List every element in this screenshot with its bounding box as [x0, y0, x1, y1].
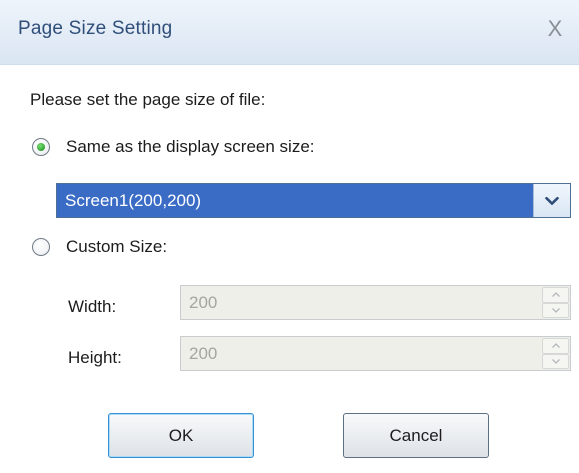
- same-as-screen-label: Same as the display screen size:: [66, 137, 315, 156]
- screen-select[interactable]: Screen1(200,200): [56, 183, 571, 218]
- page-size-dialog: Page Size Setting X Please set the page …: [0, 0, 579, 473]
- spin-up-icon: [551, 292, 560, 298]
- spin-down-icon: [551, 358, 560, 364]
- spin-up-icon: [551, 343, 560, 349]
- height-spinbox[interactable]: 200: [180, 336, 571, 371]
- width-value: 200: [189, 293, 218, 312]
- same-as-screen-option[interactable]: Same as the display screen size:: [32, 137, 315, 157]
- height-spin-down-button[interactable]: [542, 353, 569, 369]
- custom-size-option[interactable]: Custom Size:: [32, 237, 167, 257]
- same-as-screen-radio[interactable]: [32, 138, 50, 156]
- width-spinbox[interactable]: 200: [180, 285, 571, 320]
- cancel-button[interactable]: Cancel: [343, 413, 489, 458]
- width-label: Width:: [68, 297, 117, 316]
- width-spin-buttons: [542, 287, 569, 318]
- close-button[interactable]: X: [541, 14, 569, 44]
- height-label: Height:: [68, 348, 122, 367]
- prompt-text: Please set the page size of file:: [30, 90, 266, 109]
- screen-select-value: Screen1(200,200): [57, 184, 533, 217]
- custom-size-label: Custom Size:: [66, 237, 168, 256]
- custom-size-radio[interactable]: [32, 238, 50, 256]
- ok-button[interactable]: OK: [108, 413, 254, 458]
- height-spin-up-button[interactable]: [542, 338, 569, 354]
- height-spin-buttons: [542, 338, 569, 369]
- screen-select-dropdown-button[interactable]: [533, 184, 570, 217]
- spin-down-icon: [551, 307, 560, 313]
- width-spin-down-button[interactable]: [542, 302, 569, 318]
- close-icon: X: [547, 16, 563, 41]
- dialog-title: Page Size Setting: [18, 18, 173, 39]
- height-value: 200: [189, 344, 218, 363]
- dialog-body: Please set the page size of file: Same a…: [0, 65, 579, 473]
- chevron-down-icon: [545, 196, 559, 205]
- title-bar[interactable]: Page Size Setting X: [0, 0, 579, 65]
- width-spin-up-button[interactable]: [542, 287, 569, 303]
